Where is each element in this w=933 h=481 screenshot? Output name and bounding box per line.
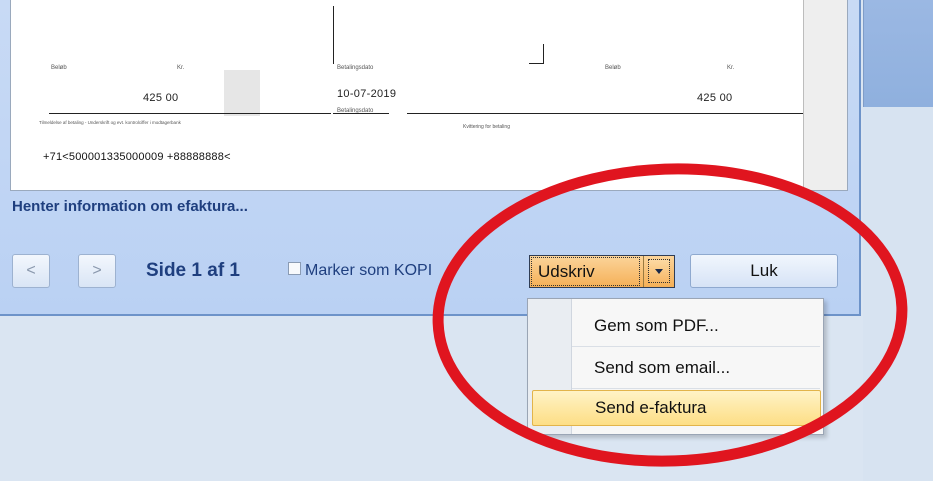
print-split-button[interactable]: Udskriv (529, 255, 675, 288)
currency-label-right: Kr. (727, 65, 735, 71)
previous-page-button[interactable]: < (12, 254, 50, 288)
menu-separator (572, 346, 820, 347)
close-button[interactable]: Luk (690, 254, 838, 288)
print-dropdown-menu: Gem som PDF... Send som email... Send e-… (527, 298, 824, 435)
rule-left (49, 113, 331, 114)
document-preview[interactable]: Beløb Kr. 425 00 Betalingsdato 10-07-201… (10, 0, 848, 191)
fine-print-right: Kvittering for betaling (463, 124, 510, 130)
preview-scroll-strip[interactable] (804, 0, 847, 190)
amount-left: 425 00 (143, 92, 179, 104)
mark-as-copy-label: Marker som KOPI (305, 262, 433, 279)
amount-label-left: Beløb (51, 65, 67, 71)
background-panel-right (863, 107, 933, 481)
menu-item-send-efaktura[interactable]: Send e-faktura (532, 390, 821, 426)
menu-item-save-pdf[interactable]: Gem som PDF... (572, 307, 820, 345)
rule-mid-b (407, 113, 803, 114)
print-preview-window: Beløb Kr. 425 00 Betalingsdato 10-07-201… (0, 0, 861, 316)
next-page-button[interactable]: > (78, 254, 116, 288)
print-button[interactable]: Udskriv (531, 257, 640, 286)
divider-vertical (333, 6, 334, 64)
menu-item-send-email[interactable]: Send som email... (572, 349, 820, 387)
date-value: 10-07-2019 (337, 88, 397, 100)
fine-print-left: Tilmeldelse af betaling - Underskrift og… (39, 120, 181, 125)
ocr-payment-line: +71<500001335000009 +88888888< (43, 151, 231, 163)
form-field-shade (224, 70, 260, 116)
menu-separator (572, 388, 820, 389)
date-label: Betalingsdato (337, 65, 374, 71)
status-message: Henter information om efaktura... (12, 198, 248, 215)
rule-mid-a (333, 113, 389, 114)
mark-as-copy-option[interactable]: Marker som KOPI (288, 262, 432, 282)
page-indicator: Side 1 af 1 (146, 260, 240, 281)
print-dropdown-button[interactable] (643, 256, 675, 287)
amount-right: 425 00 (697, 92, 733, 104)
corner-mark-horizontal (529, 63, 544, 64)
preview-page: Beløb Kr. 425 00 Betalingsdato 10-07-201… (11, 0, 804, 190)
dropdown-arrow-icon (655, 269, 663, 274)
amount-label-right: Beløb (605, 65, 621, 71)
currency-label-left: Kr. (177, 65, 185, 71)
mark-as-copy-checkbox[interactable] (288, 262, 301, 276)
corner-mark-vertical (543, 44, 544, 63)
background-panel-top-right (863, 0, 933, 108)
print-dropdown-focus (648, 259, 670, 283)
